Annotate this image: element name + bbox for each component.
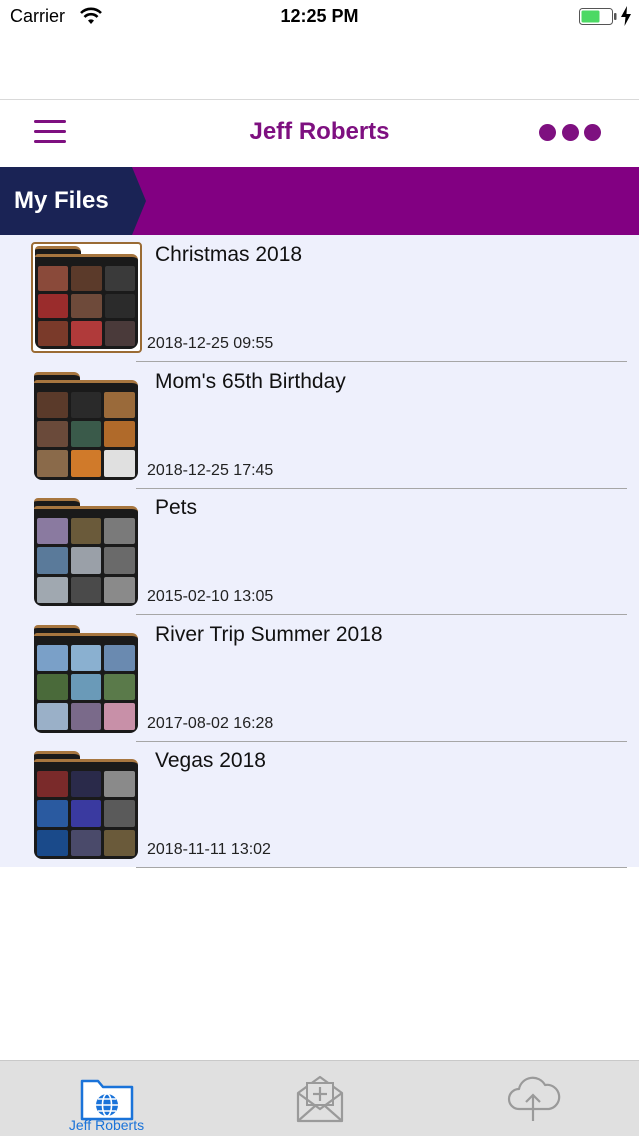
tab-shared[interactable] [213,1061,426,1136]
file-name: River Trip Summer 2018 [155,622,383,646]
section-label: My Files [14,187,109,214]
photo-thumbnail [71,321,102,346]
file-row[interactable]: Vegas 2018 2018-11-11 13:02 [0,741,639,868]
app-header: Jeff Roberts [0,99,639,167]
row-divider [136,867,627,868]
photo-thumbnail [70,829,102,856]
photo-thumbnail [104,576,135,603]
photo-thumbnail [37,420,68,448]
photo-thumbnail [37,547,68,574]
photo-thumbnail [37,703,68,730]
status-bar: Carrier 12:25 PM [0,0,639,34]
file-date: 2015-02-10 13:05 [147,588,274,605]
photo-grid [38,266,135,346]
photo-thumbnail [37,518,68,545]
file-row[interactable]: Christmas 2018 2018-12-25 09:55 [0,235,639,362]
photo-thumbnail [37,644,68,671]
photo-thumbnail [71,293,102,319]
photo-thumbnail [104,450,135,477]
photo-thumbnail [38,266,69,291]
photo-thumbnail [104,771,135,798]
file-date: 2018-12-25 09:55 [147,335,274,352]
photo-grid [37,391,135,477]
photo-grid [37,518,135,603]
photo-thumbnail [37,673,68,701]
tab-bar: Jeff Roberts [0,1060,639,1136]
more-dots-icon[interactable] [539,124,601,142]
photo-thumbnail [70,703,102,730]
photo-thumbnail [104,644,135,671]
photo-thumbnail [104,800,135,827]
folder-thumbnail-icon [34,624,138,733]
folder-thumbnail-icon [34,498,138,606]
file-row[interactable]: Mom's 65th Birthday 2018-12-25 17:45 [0,362,639,489]
battery-icon [579,8,617,25]
photo-thumbnail [70,673,102,701]
photo-thumbnail [70,771,102,798]
cloud-upload-icon [507,1076,560,1121]
photo-thumbnail [70,800,102,827]
photo-thumbnail [70,420,102,448]
photo-thumbnail [104,547,135,574]
file-name: Christmas 2018 [155,243,303,266]
photo-thumbnail [104,518,135,545]
photo-thumbnail [104,673,135,701]
tab-upload[interactable] [426,1061,639,1136]
file-name: Mom's 65th Birthday [155,369,346,393]
file-date: 2018-11-11 13:02 [147,841,271,858]
folder-thumbnail-icon [34,751,138,859]
photo-thumbnail [38,293,69,319]
envelope-add-icon [296,1075,343,1123]
folder-thumbnail-icon [31,242,142,353]
photo-thumbnail [70,518,102,545]
photo-grid [37,771,135,856]
file-name: Vegas 2018 [155,749,266,772]
folder-thumbnail-icon [34,371,138,480]
file-row[interactable]: River Trip Summer 2018 2017-08-02 16:28 [0,615,639,742]
photo-thumbnail [104,293,135,319]
file-name: Pets [155,496,198,519]
photo-thumbnail [104,703,135,730]
photo-thumbnail [104,391,135,418]
photo-thumbnail [70,450,102,477]
photo-thumbnail [71,266,102,291]
photo-thumbnail [104,829,135,856]
charging-bolt-icon [621,6,631,26]
photo-thumbnail [104,266,135,291]
photo-thumbnail [70,391,102,418]
tab-label: Jeff Roberts [68,1117,145,1133]
file-date: 2017-08-02 16:28 [147,714,274,732]
photo-thumbnail [37,800,68,827]
photo-thumbnail [104,321,135,346]
folder-globe-icon [80,1079,133,1121]
photo-thumbnail [70,547,102,574]
photo-thumbnail [37,391,68,418]
photo-thumbnail [38,321,69,346]
clock: 12:25 PM [280,6,359,26]
section-banner: My Files [0,167,639,235]
photo-thumbnail [104,420,135,448]
file-row[interactable]: Pets 2015-02-10 13:05 [0,488,639,615]
photo-thumbnail [70,644,102,671]
file-list: Christmas 2018 2018-12-25 09:55 Mom's 65th… [0,235,639,868]
photo-thumbnail [37,829,68,856]
tab-my-files[interactable]: Jeff Roberts [0,1061,213,1136]
photo-thumbnail [37,576,68,603]
photo-thumbnail [70,576,102,603]
photo-thumbnail [37,771,68,798]
photo-grid [37,644,135,730]
photo-thumbnail [37,450,68,477]
file-date: 2018-12-25 17:45 [147,461,274,479]
